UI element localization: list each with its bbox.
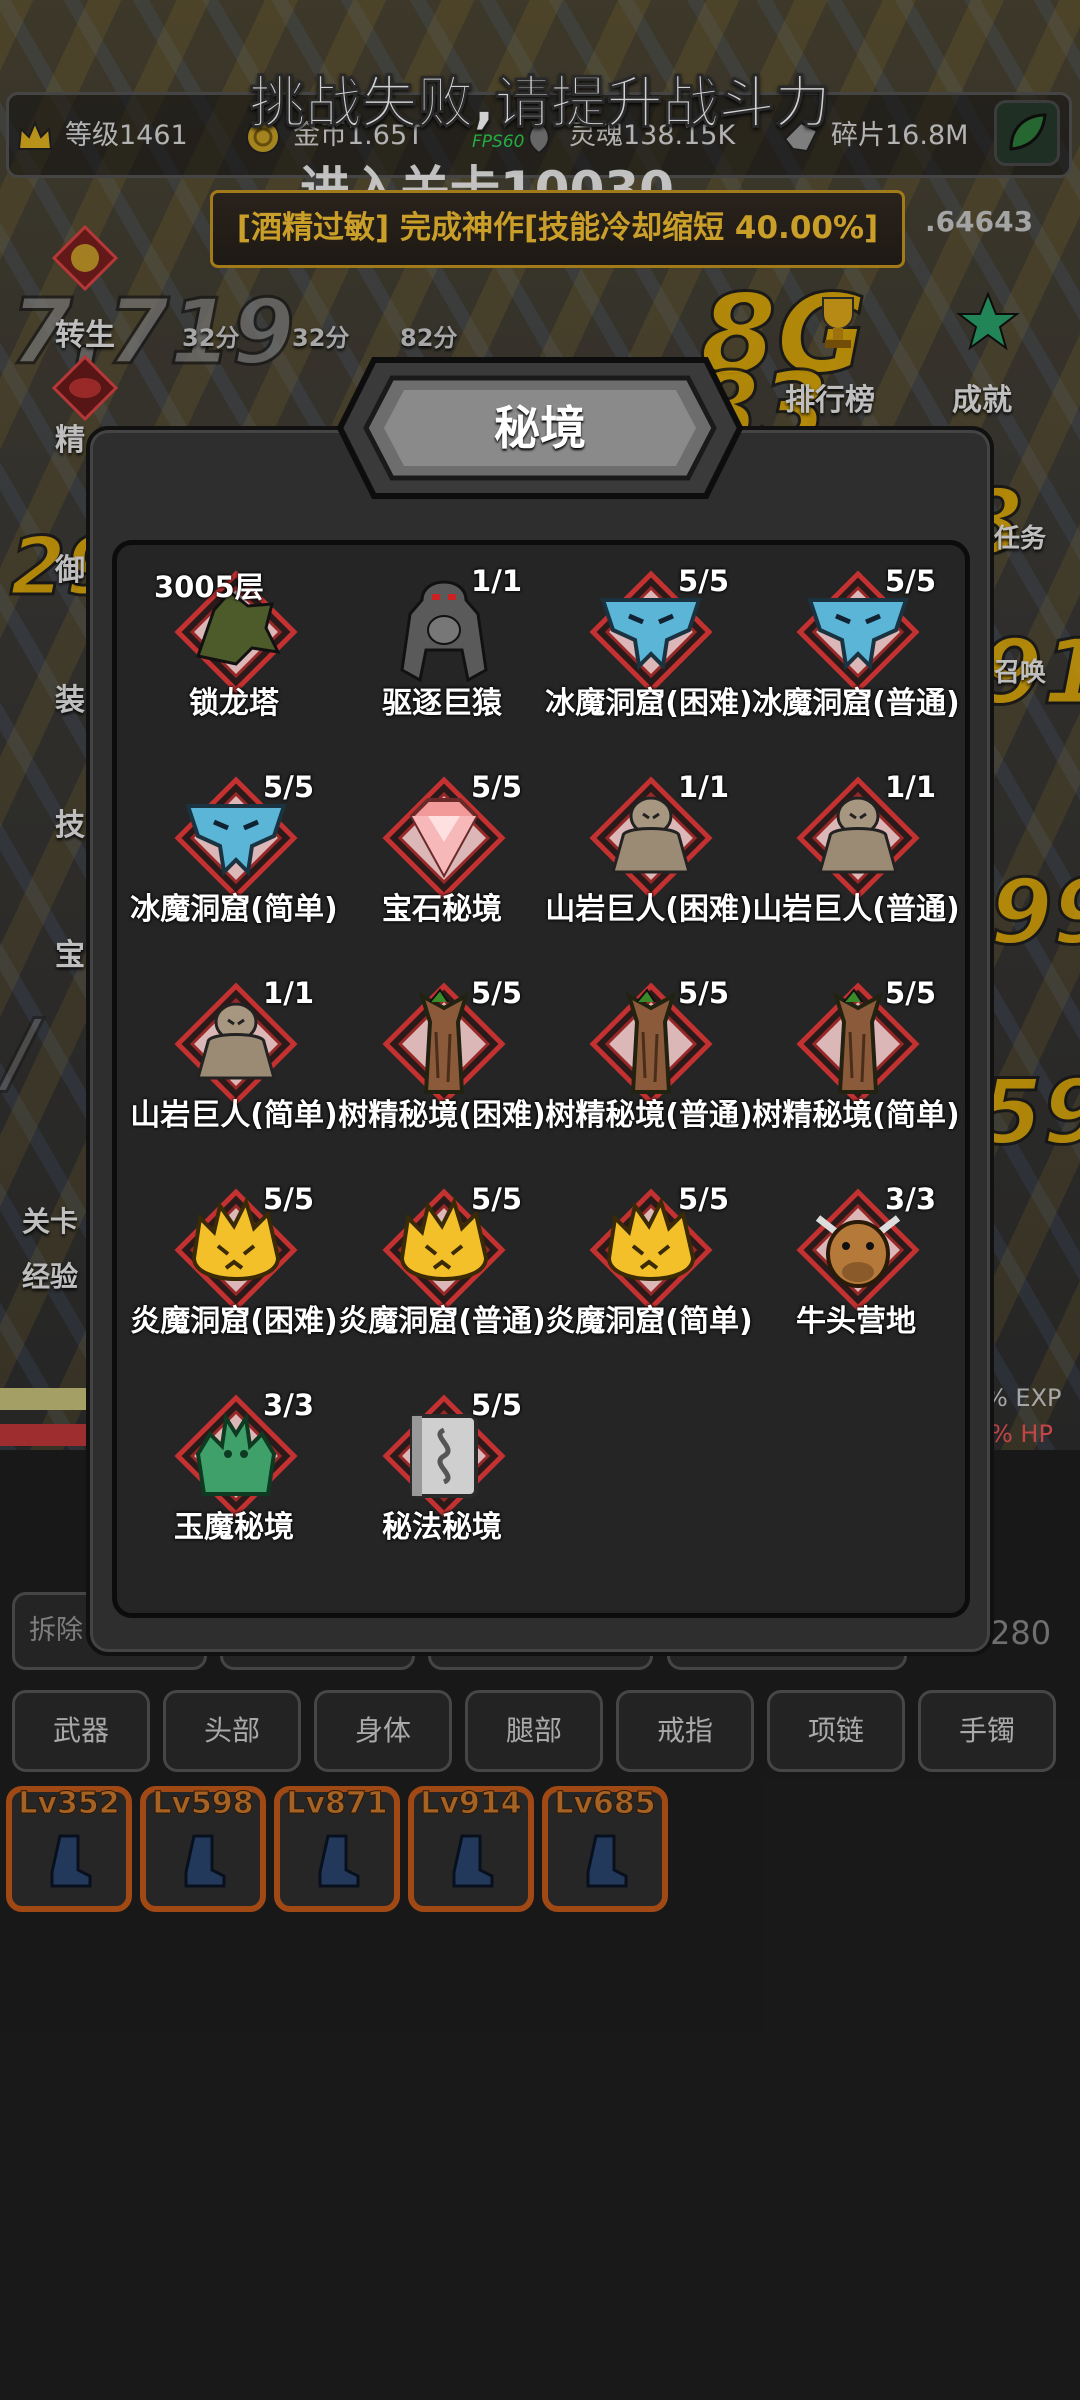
realm-attempts: 1/1 <box>678 770 729 804</box>
realm-attempts: 5/5 <box>471 976 522 1010</box>
realm-attempts: 5/5 <box>263 1182 314 1216</box>
realm-card[interactable]: 5/5 树精秘境(简单) <box>752 968 960 1144</box>
realm-card[interactable]: 5/5 秘法秘境 <box>338 1380 546 1556</box>
realm-attempts: 3/3 <box>263 1388 314 1422</box>
realm-name: 树精秘境(普通) <box>545 1098 753 1133</box>
realm-name: 秘法秘境 <box>382 1510 502 1545</box>
realm-card[interactable]: 1/1 山岩巨人(困难) <box>545 762 753 938</box>
realm-attempts: 5/5 <box>263 770 314 804</box>
realm-name: 冰魔洞窟(普通) <box>752 686 960 721</box>
realm-card[interactable]: 5/5 炎魔洞窟(普通) <box>338 1174 546 1350</box>
realm-name: 炎魔洞窟(简单) <box>545 1304 753 1339</box>
realm-card[interactable]: 5/5 树精秘境(普通) <box>545 968 753 1144</box>
realm-name: 树精秘境(简单) <box>752 1098 960 1133</box>
realm-attempts: 3/3 <box>885 1182 936 1216</box>
realm-name: 宝石秘境 <box>382 892 502 927</box>
realm-card[interactable]: 1/1 山岩巨人(简单) <box>130 968 338 1144</box>
realm-name: 树精秘境(困难) <box>338 1098 546 1133</box>
realm-name: 锁龙塔 <box>189 686 279 721</box>
realm-card[interactable]: 5/5 炎魔洞窟(简单) <box>545 1174 753 1350</box>
realm-card[interactable]: 1/1 驱逐巨猿 <box>338 556 546 732</box>
realm-name: 牛头营地 <box>796 1304 916 1339</box>
realm-attempts: 5/5 <box>471 1388 522 1422</box>
realm-card[interactable]: 5/5 宝石秘境 <box>338 762 546 938</box>
realm-name: 山岩巨人(普通) <box>752 892 960 927</box>
realm-card[interactable]: 5/5 炎魔洞窟(困难) <box>130 1174 338 1350</box>
realm-attempts: 5/5 <box>678 564 729 598</box>
realm-attempts: 5/5 <box>885 976 936 1010</box>
realm-card[interactable]: 3/3 牛头营地 <box>752 1174 960 1350</box>
realm-attempts: 1/1 <box>885 770 936 804</box>
realm-name: 山岩巨人(简单) <box>130 1098 338 1133</box>
realm-card[interactable]: 1/1 山岩巨人(普通) <box>752 762 960 938</box>
realm-name: 驱逐巨猿 <box>382 686 502 721</box>
realm-attempts: 5/5 <box>471 1182 522 1216</box>
realm-name: 玉魔秘境 <box>174 1510 294 1545</box>
realm-card[interactable]: 5/5 冰魔洞窟(简单) <box>130 762 338 938</box>
realm-card[interactable]: 5/5 树精秘境(困难) <box>338 968 546 1144</box>
realm-name: 山岩巨人(困难) <box>545 892 753 927</box>
realm-attempts: 3005层 <box>154 570 264 604</box>
modal-title: 秘境 <box>494 401 586 455</box>
realm-attempts: 1/1 <box>471 564 522 598</box>
realm-card[interactable]: 5/5 冰魔洞窟(普通) <box>752 556 960 732</box>
realm-card[interactable]: 3005层锁龙塔 <box>130 556 338 732</box>
realm-card[interactable]: 3/3 玉魔秘境 <box>130 1380 338 1556</box>
realm-name: 冰魔洞窟(困难) <box>545 686 753 721</box>
realm-attempts: 5/5 <box>885 564 936 598</box>
realm-attempts: 5/5 <box>471 770 522 804</box>
realm-attempts: 5/5 <box>678 1182 729 1216</box>
realm-name: 炎魔洞窟(困难) <box>130 1304 338 1339</box>
realm-name: 冰魔洞窟(简单) <box>130 892 338 927</box>
realm-attempts: 5/5 <box>678 976 729 1010</box>
realm-card[interactable]: 5/5 冰魔洞窟(困难) <box>545 556 753 732</box>
realm-name: 炎魔洞窟(普通) <box>338 1304 546 1339</box>
realm-attempts: 1/1 <box>263 976 314 1010</box>
